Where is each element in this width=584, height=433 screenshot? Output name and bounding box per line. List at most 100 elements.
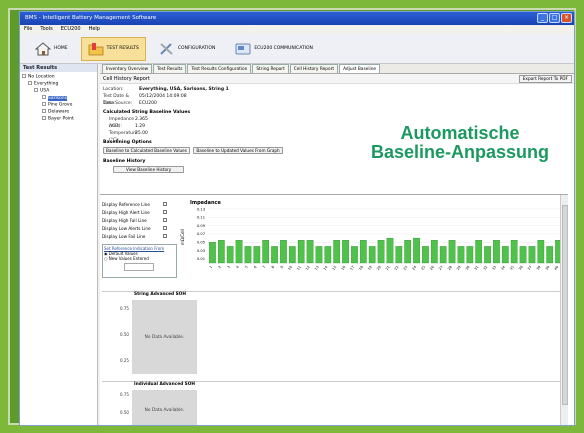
impedance-bar[interactable] bbox=[493, 240, 500, 264]
checkbox[interactable] bbox=[163, 210, 167, 214]
x-tick-label: 27 bbox=[438, 265, 444, 271]
tab-test-results-configuration[interactable]: Test Results Configuration bbox=[187, 64, 252, 73]
test-results-button[interactable]: TEST RESULTS bbox=[80, 36, 146, 61]
impedance-bar[interactable] bbox=[404, 240, 412, 264]
impedance-bar[interactable] bbox=[546, 246, 554, 264]
impedance-bar[interactable] bbox=[253, 246, 261, 264]
tree-item-pine-grove[interactable]: Pine Grove bbox=[22, 102, 95, 109]
impedance-bar[interactable] bbox=[413, 237, 420, 264]
impedance-bar[interactable] bbox=[439, 246, 447, 264]
device-icon bbox=[235, 43, 251, 54]
impedance-bar[interactable] bbox=[466, 246, 474, 264]
x-tick-label: 12 bbox=[305, 265, 311, 271]
vertical-scrollbar[interactable] bbox=[560, 195, 568, 425]
impedance-bar[interactable] bbox=[217, 240, 225, 264]
headline-line-2: Baseline-Anpassung bbox=[370, 142, 550, 162]
impedance-bar[interactable] bbox=[484, 246, 491, 264]
menu-tools[interactable]: Tools bbox=[40, 25, 52, 34]
expand-icon[interactable] bbox=[22, 74, 26, 78]
x-tick-label: 23 bbox=[403, 265, 409, 271]
checkbox[interactable] bbox=[163, 234, 167, 238]
value-input[interactable] bbox=[124, 263, 154, 271]
menu-help[interactable]: Help bbox=[89, 25, 100, 34]
tree-item-no-location[interactable]: No Location bbox=[22, 74, 95, 81]
impedance-bar[interactable] bbox=[368, 246, 376, 264]
individual-soh-title: Individual Advanced SOH bbox=[134, 382, 196, 387]
impedance-bar[interactable] bbox=[333, 240, 341, 264]
data-source-label: Data Source: bbox=[103, 101, 133, 106]
option-high-alert-line[interactable]: Display High Alert Line bbox=[102, 209, 177, 217]
impedance-chart[interactable]: Impedance mΩ/Cell 0.01 0.03 0.05 0.07 0.09 0.… bbox=[178, 195, 568, 290]
tree-item-sarlsons[interactable]: Sarlsons bbox=[22, 95, 95, 102]
option-reference-line[interactable]: Display Reference Line bbox=[102, 201, 177, 209]
impedance-bar[interactable] bbox=[226, 246, 234, 264]
export-pdf-button[interactable]: Export Report To PDF bbox=[518, 75, 572, 83]
tab-adjust-baseline[interactable]: Adjust Baseline bbox=[339, 64, 381, 73]
tab-string-report[interactable]: String Report bbox=[252, 64, 289, 73]
impedance-bar[interactable] bbox=[297, 240, 305, 264]
x-tick-label: 39 bbox=[545, 265, 551, 271]
x-tick-label: 8 bbox=[271, 265, 275, 269]
close-button[interactable]: × bbox=[561, 13, 572, 23]
tab-test-results[interactable]: Test Results bbox=[153, 64, 187, 73]
checkbox[interactable] bbox=[163, 218, 167, 222]
option-low-fail-line[interactable]: Display Low Fail Line bbox=[102, 233, 177, 241]
minimize-button[interactable]: _ bbox=[537, 13, 548, 23]
ecu200-communication-button[interactable]: ECU200 COMMUNICATION bbox=[228, 37, 320, 61]
option-high-fail-line[interactable]: Display High Fail Line bbox=[102, 217, 177, 225]
baseline-calculated-button[interactable]: Baseline to Calculated Baseline Values bbox=[103, 147, 190, 154]
configuration-button[interactable]: CONFIGURATION bbox=[152, 37, 222, 61]
expand-icon[interactable] bbox=[28, 81, 32, 85]
impedance-bar[interactable] bbox=[288, 246, 296, 264]
impedance-bar[interactable] bbox=[448, 240, 456, 264]
impedance-bar[interactable] bbox=[475, 240, 483, 264]
menu-ecu200[interactable]: ECU200 bbox=[61, 25, 81, 34]
acp-label: ACP: bbox=[109, 124, 120, 129]
impedance-bar[interactable] bbox=[501, 246, 509, 264]
impedance-bar[interactable] bbox=[395, 246, 403, 264]
checkbox[interactable] bbox=[163, 226, 167, 230]
impedance-bar[interactable] bbox=[359, 240, 367, 264]
scrollbar-thumb[interactable] bbox=[562, 205, 568, 405]
impedance-bar[interactable] bbox=[519, 246, 527, 264]
impedance-bar[interactable] bbox=[244, 246, 252, 264]
impedance-bar[interactable] bbox=[306, 240, 314, 264]
impedance-bar[interactable] bbox=[315, 246, 323, 264]
tree-item-everything[interactable]: Everything bbox=[22, 81, 95, 88]
impedance-bar[interactable] bbox=[537, 240, 545, 264]
impedance-bar[interactable] bbox=[510, 240, 518, 264]
impedance-bar[interactable] bbox=[271, 246, 278, 264]
impedance-bar[interactable] bbox=[351, 246, 358, 264]
x-tick-label: 35 bbox=[509, 265, 515, 271]
tree-item-delaware[interactable]: Delaware bbox=[22, 109, 95, 116]
impedance-bar[interactable] bbox=[262, 240, 270, 264]
x-tick-label: 26 bbox=[429, 265, 435, 271]
maximize-button[interactable]: □ bbox=[549, 13, 560, 23]
impedance-bar[interactable] bbox=[422, 246, 429, 264]
checkbox[interactable] bbox=[163, 202, 167, 206]
impedance-bar[interactable] bbox=[386, 237, 394, 264]
x-tick-label: 2 bbox=[218, 265, 222, 269]
impedance-bar[interactable] bbox=[280, 240, 287, 264]
tree-item-usa[interactable]: USA bbox=[22, 88, 95, 95]
impedance-bar[interactable] bbox=[457, 246, 465, 264]
expand-icon[interactable] bbox=[34, 88, 38, 92]
radio-new-values[interactable]: ○ New Values Entered bbox=[104, 256, 175, 261]
tab-inventory-overview[interactable]: Inventory Overview bbox=[102, 64, 153, 73]
impedance-bar[interactable] bbox=[528, 246, 536, 264]
tab-cell-history-report[interactable]: Cell History Report bbox=[289, 64, 339, 73]
impedance-bar[interactable] bbox=[235, 240, 243, 264]
impedance-bar[interactable] bbox=[377, 240, 385, 264]
impedance-bar[interactable] bbox=[342, 240, 349, 264]
baseline-history-heading: Baseline History bbox=[103, 159, 146, 164]
impedance-bar[interactable] bbox=[324, 246, 332, 264]
option-low-alert-line[interactable]: Display Low Alerts Line bbox=[102, 225, 177, 233]
tree-item-bayer-point[interactable]: Bayer Point bbox=[22, 116, 95, 123]
y-tick-label: 0.11 bbox=[197, 216, 205, 220]
impedance-bar[interactable] bbox=[430, 240, 438, 264]
impedance-bar[interactable] bbox=[209, 242, 216, 264]
baseline-graph-button[interactable]: Baseline to Updated Values From Graph bbox=[193, 147, 283, 154]
view-baseline-history-button[interactable]: View Baseline History bbox=[113, 166, 185, 173]
menu-file[interactable]: File bbox=[24, 25, 32, 34]
home-button[interactable]: HOME bbox=[28, 37, 75, 61]
